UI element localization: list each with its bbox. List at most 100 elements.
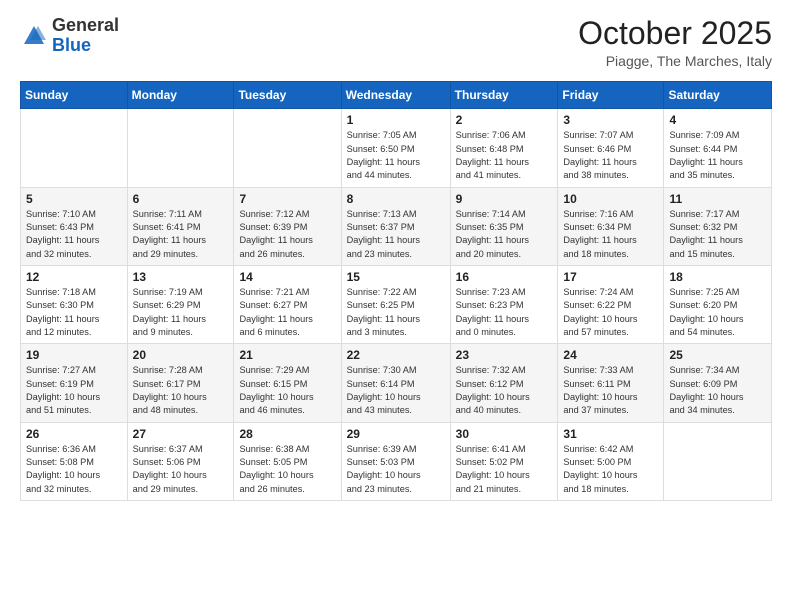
day-number: 8 xyxy=(347,192,445,206)
day-number: 12 xyxy=(26,270,122,284)
day-number: 22 xyxy=(347,348,445,362)
day-info: Sunrise: 7:07 AM Sunset: 6:46 PM Dayligh… xyxy=(563,129,658,182)
table-row: 22 Sunrise: 7:30 AM Sunset: 6:14 PM Dayli… xyxy=(341,344,450,422)
day-info: Sunrise: 7:16 AM Sunset: 6:34 PM Dayligh… xyxy=(563,208,658,261)
day-number: 2 xyxy=(456,113,553,127)
table-row: 4 Sunrise: 7:09 AM Sunset: 6:44 PM Daylig… xyxy=(664,109,772,187)
table-row: 13 Sunrise: 7:19 AM Sunset: 6:29 PM Dayli… xyxy=(127,265,234,343)
day-info: Sunrise: 7:19 AM Sunset: 6:29 PM Dayligh… xyxy=(133,286,229,339)
day-info: Sunrise: 6:36 AM Sunset: 5:08 PM Dayligh… xyxy=(26,443,122,496)
table-row: 23 Sunrise: 7:32 AM Sunset: 6:12 PM Dayli… xyxy=(450,344,558,422)
table-row: 26 Sunrise: 6:36 AM Sunset: 5:08 PM Dayli… xyxy=(21,422,128,500)
table-row: 19 Sunrise: 7:27 AM Sunset: 6:19 PM Dayli… xyxy=(21,344,128,422)
day-number: 7 xyxy=(239,192,335,206)
day-info: Sunrise: 7:21 AM Sunset: 6:27 PM Dayligh… xyxy=(239,286,335,339)
calendar-week-3: 12 Sunrise: 7:18 AM Sunset: 6:30 PM Dayli… xyxy=(21,265,772,343)
table-row: 16 Sunrise: 7:23 AM Sunset: 6:23 PM Dayli… xyxy=(450,265,558,343)
day-number: 13 xyxy=(133,270,229,284)
title-block: October 2025 Piagge, The Marches, Italy xyxy=(578,16,772,69)
day-info: Sunrise: 7:13 AM Sunset: 6:37 PM Dayligh… xyxy=(347,208,445,261)
day-info: Sunrise: 7:34 AM Sunset: 6:09 PM Dayligh… xyxy=(669,364,766,417)
day-number: 28 xyxy=(239,427,335,441)
table-row: 10 Sunrise: 7:16 AM Sunset: 6:34 PM Dayli… xyxy=(558,187,664,265)
day-info: Sunrise: 7:12 AM Sunset: 6:39 PM Dayligh… xyxy=(239,208,335,261)
day-info: Sunrise: 7:11 AM Sunset: 6:41 PM Dayligh… xyxy=(133,208,229,261)
table-row: 31 Sunrise: 6:42 AM Sunset: 5:00 PM Dayli… xyxy=(558,422,664,500)
day-number: 27 xyxy=(133,427,229,441)
table-row: 7 Sunrise: 7:12 AM Sunset: 6:39 PM Daylig… xyxy=(234,187,341,265)
col-thursday: Thursday xyxy=(450,82,558,109)
day-info: Sunrise: 6:42 AM Sunset: 5:00 PM Dayligh… xyxy=(563,443,658,496)
day-number: 14 xyxy=(239,270,335,284)
page: General Blue October 2025 Piagge, The Ma… xyxy=(0,0,792,612)
day-number: 3 xyxy=(563,113,658,127)
day-info: Sunrise: 7:22 AM Sunset: 6:25 PM Dayligh… xyxy=(347,286,445,339)
logo-general: General xyxy=(52,15,119,35)
day-info: Sunrise: 7:28 AM Sunset: 6:17 PM Dayligh… xyxy=(133,364,229,417)
table-row: 25 Sunrise: 7:34 AM Sunset: 6:09 PM Dayli… xyxy=(664,344,772,422)
col-friday: Friday xyxy=(558,82,664,109)
day-info: Sunrise: 7:32 AM Sunset: 6:12 PM Dayligh… xyxy=(456,364,553,417)
table-row: 5Sunrise: 7:10 AM Sunset: 6:43 PM Daylig… xyxy=(21,187,128,265)
day-number: 26 xyxy=(26,427,122,441)
table-row: 8 Sunrise: 7:13 AM Sunset: 6:37 PM Daylig… xyxy=(341,187,450,265)
table-row: 15Sunrise: 7:22 AM Sunset: 6:25 PM Dayli… xyxy=(341,265,450,343)
day-info: Sunrise: 7:29 AM Sunset: 6:15 PM Dayligh… xyxy=(239,364,335,417)
table-row xyxy=(127,109,234,187)
day-info: Sunrise: 7:17 AM Sunset: 6:32 PM Dayligh… xyxy=(669,208,766,261)
col-sunday: Sunday xyxy=(21,82,128,109)
day-number: 1 xyxy=(347,113,445,127)
table-row: 2 Sunrise: 7:06 AM Sunset: 6:48 PM Daylig… xyxy=(450,109,558,187)
calendar-week-2: 5Sunrise: 7:10 AM Sunset: 6:43 PM Daylig… xyxy=(21,187,772,265)
logo: General Blue xyxy=(20,16,119,56)
table-row: 24 Sunrise: 7:33 AM Sunset: 6:11 PM Dayli… xyxy=(558,344,664,422)
calendar-week-4: 19 Sunrise: 7:27 AM Sunset: 6:19 PM Dayli… xyxy=(21,344,772,422)
day-number: 23 xyxy=(456,348,553,362)
day-number: 10 xyxy=(563,192,658,206)
day-info: Sunrise: 7:33 AM Sunset: 6:11 PM Dayligh… xyxy=(563,364,658,417)
table-row: 27 Sunrise: 6:37 AM Sunset: 5:06 PM Dayli… xyxy=(127,422,234,500)
day-info: Sunrise: 7:25 AM Sunset: 6:20 PM Dayligh… xyxy=(669,286,766,339)
day-info: Sunrise: 7:23 AM Sunset: 6:23 PM Dayligh… xyxy=(456,286,553,339)
day-number: 30 xyxy=(456,427,553,441)
calendar-week-5: 26 Sunrise: 6:36 AM Sunset: 5:08 PM Dayli… xyxy=(21,422,772,500)
calendar-table: Sunday Monday Tuesday Wednesday Thursday… xyxy=(20,81,772,501)
table-row: 18 Sunrise: 7:25 AM Sunset: 6:20 PM Dayli… xyxy=(664,265,772,343)
header: General Blue October 2025 Piagge, The Ma… xyxy=(20,16,772,69)
col-tuesday: Tuesday xyxy=(234,82,341,109)
day-info: Sunrise: 6:41 AM Sunset: 5:02 PM Dayligh… xyxy=(456,443,553,496)
logo-text: General Blue xyxy=(52,16,119,56)
day-number: 31 xyxy=(563,427,658,441)
table-row: 21 Sunrise: 7:29 AM Sunset: 6:15 PM Dayli… xyxy=(234,344,341,422)
day-info: Sunrise: 6:37 AM Sunset: 5:06 PM Dayligh… xyxy=(133,443,229,496)
day-info: Sunrise: 7:06 AM Sunset: 6:48 PM Dayligh… xyxy=(456,129,553,182)
day-info: Sunrise: 7:10 AM Sunset: 6:43 PM Dayligh… xyxy=(26,208,122,261)
day-info: Sunrise: 6:38 AM Sunset: 5:05 PM Dayligh… xyxy=(239,443,335,496)
day-number: 17 xyxy=(563,270,658,284)
day-number: 9 xyxy=(456,192,553,206)
day-number: 4 xyxy=(669,113,766,127)
table-row: 30 Sunrise: 6:41 AM Sunset: 5:02 PM Dayli… xyxy=(450,422,558,500)
day-number: 16 xyxy=(456,270,553,284)
day-number: 18 xyxy=(669,270,766,284)
table-row: 11Sunrise: 7:17 AM Sunset: 6:32 PM Dayli… xyxy=(664,187,772,265)
day-number: 25 xyxy=(669,348,766,362)
calendar-week-1: 1Sunrise: 7:05 AM Sunset: 6:50 PM Daylig… xyxy=(21,109,772,187)
day-info: Sunrise: 7:09 AM Sunset: 6:44 PM Dayligh… xyxy=(669,129,766,182)
table-row xyxy=(21,109,128,187)
logo-icon xyxy=(20,22,48,50)
day-number: 21 xyxy=(239,348,335,362)
day-info: Sunrise: 7:30 AM Sunset: 6:14 PM Dayligh… xyxy=(347,364,445,417)
col-monday: Monday xyxy=(127,82,234,109)
day-info: Sunrise: 7:18 AM Sunset: 6:30 PM Dayligh… xyxy=(26,286,122,339)
table-row: 14 Sunrise: 7:21 AM Sunset: 6:27 PM Dayli… xyxy=(234,265,341,343)
day-info: Sunrise: 7:24 AM Sunset: 6:22 PM Dayligh… xyxy=(563,286,658,339)
table-row: 17 Sunrise: 7:24 AM Sunset: 6:22 PM Dayli… xyxy=(558,265,664,343)
day-number: 19 xyxy=(26,348,122,362)
col-saturday: Saturday xyxy=(664,82,772,109)
table-row xyxy=(664,422,772,500)
table-row: 29Sunrise: 6:39 AM Sunset: 5:03 PM Dayli… xyxy=(341,422,450,500)
day-info: Sunrise: 6:39 AM Sunset: 5:03 PM Dayligh… xyxy=(347,443,445,496)
day-number: 24 xyxy=(563,348,658,362)
day-info: Sunrise: 7:27 AM Sunset: 6:19 PM Dayligh… xyxy=(26,364,122,417)
